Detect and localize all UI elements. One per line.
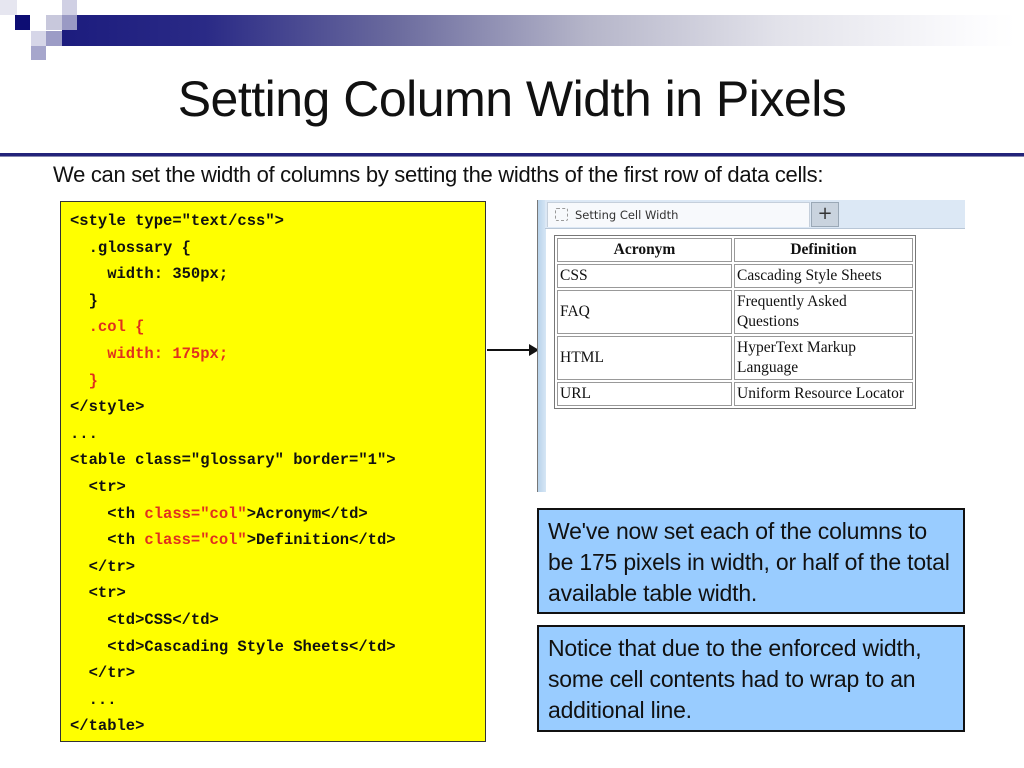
code-line: <table class="glossary" border="1"> [70, 447, 485, 474]
code-line: width: 350px; [70, 261, 485, 288]
code-token: width: 350px; [70, 265, 229, 284]
code-line: </table> [70, 713, 485, 740]
code-token: <tr> [70, 477, 126, 496]
deco-square [46, 31, 62, 46]
cell-acronym: HTML [557, 336, 732, 380]
slide-title: Setting Column Width in Pixels [177, 71, 847, 127]
deco-square [31, 31, 46, 46]
cell-definition: Frequently Asked Questions [734, 290, 913, 334]
deco-square [15, 15, 30, 30]
code-line: <td>Cascading Style Sheets</td> [70, 634, 485, 661]
code-line: } [70, 368, 485, 395]
table-row: HTML HyperText Markup Language [557, 336, 913, 380]
header-acronym: Acronym [557, 238, 732, 262]
code-token: <th [70, 531, 145, 550]
code-line: .col { [70, 314, 485, 341]
code-token: ... [70, 690, 117, 709]
code-example-box: <style type="text/css"> .glossary { widt… [60, 201, 486, 742]
code-token: >Acronym</td> [246, 504, 368, 523]
code-line: <td>CSS</td> [70, 607, 485, 634]
code-line: <tr> [70, 474, 485, 501]
deco-square [0, 0, 17, 15]
code-line: .glossary { [70, 235, 485, 262]
code-line: <tr> [70, 580, 485, 607]
header-gradient-band [62, 15, 1016, 46]
table-row: URL Uniform Resource Locator [557, 382, 913, 406]
header-definition: Definition [734, 238, 913, 262]
deco-square [46, 15, 62, 30]
code-token: </tr> [70, 664, 136, 683]
code-line: ... [70, 421, 485, 448]
browser-side-frame [537, 200, 546, 492]
new-tab-button[interactable]: + [811, 202, 839, 227]
slide-subtitle: We can set the width of columns by setti… [53, 162, 824, 187]
code-line: ... [70, 687, 485, 714]
title-divider [0, 153, 1024, 157]
code-token: <tr> [70, 584, 126, 603]
browser-tab-strip: Setting Cell Width + [545, 200, 965, 229]
cell-definition: HyperText Markup Language [734, 336, 913, 380]
code-line: } [70, 288, 485, 315]
code-token: .col { [70, 318, 145, 337]
code-token: </style> [70, 398, 145, 417]
code-line: <th class="col">Acronym</td> [70, 501, 485, 528]
code-token: width: 175px; [70, 344, 229, 363]
code-token: ... [70, 424, 98, 443]
code-token: } [70, 371, 98, 390]
code-token: <td>CSS</td> [70, 610, 219, 629]
explanation-note: We've now set each of the columns to be … [537, 508, 965, 614]
code-token: class="col" [144, 504, 247, 523]
code-token: } [70, 291, 98, 310]
code-line: </tr> [70, 660, 485, 687]
pointer-arrow-line [487, 349, 531, 351]
code-line: width: 175px; [70, 341, 485, 368]
blank-page-icon [555, 208, 568, 221]
code-line: </style> [70, 394, 485, 421]
cell-definition: Cascading Style Sheets [734, 264, 913, 288]
browser-tab[interactable]: Setting Cell Width [547, 202, 810, 227]
code-token: <table class="glossary" border="1"> [70, 451, 396, 470]
code-token: .glossary { [70, 238, 191, 257]
browser-tab-label: Setting Cell Width [575, 208, 679, 222]
table-header-row: Acronym Definition [557, 238, 913, 262]
cell-acronym: URL [557, 382, 732, 406]
wrap-note: Notice that due to the enforced width, s… [537, 625, 965, 732]
code-token: <th [70, 504, 145, 523]
cell-acronym: FAQ [557, 290, 732, 334]
code-line: <th class="col">Definition</td> [70, 527, 485, 554]
table-row: CSS Cascading Style Sheets [557, 264, 913, 288]
code-line: <style type="text/css"> [70, 208, 485, 235]
glossary-table: Acronym Definition CSS Cascading Style S… [554, 235, 916, 409]
table-row: FAQ Frequently Asked Questions [557, 290, 913, 334]
deco-square [31, 46, 46, 60]
deco-square [62, 0, 77, 15]
code-token: class="col" [144, 531, 247, 550]
code-token: <td>Cascading Style Sheets</td> [70, 637, 396, 656]
code-token: <style type="text/css"> [70, 212, 284, 230]
cell-acronym: CSS [557, 264, 732, 288]
code-token: </tr> [70, 557, 136, 576]
code-line: </tr> [70, 554, 485, 581]
code-token: >Definition</td> [246, 531, 396, 550]
deco-square [62, 15, 77, 30]
cell-definition: Uniform Resource Locator [734, 382, 913, 406]
code-token: </table> [70, 717, 145, 736]
